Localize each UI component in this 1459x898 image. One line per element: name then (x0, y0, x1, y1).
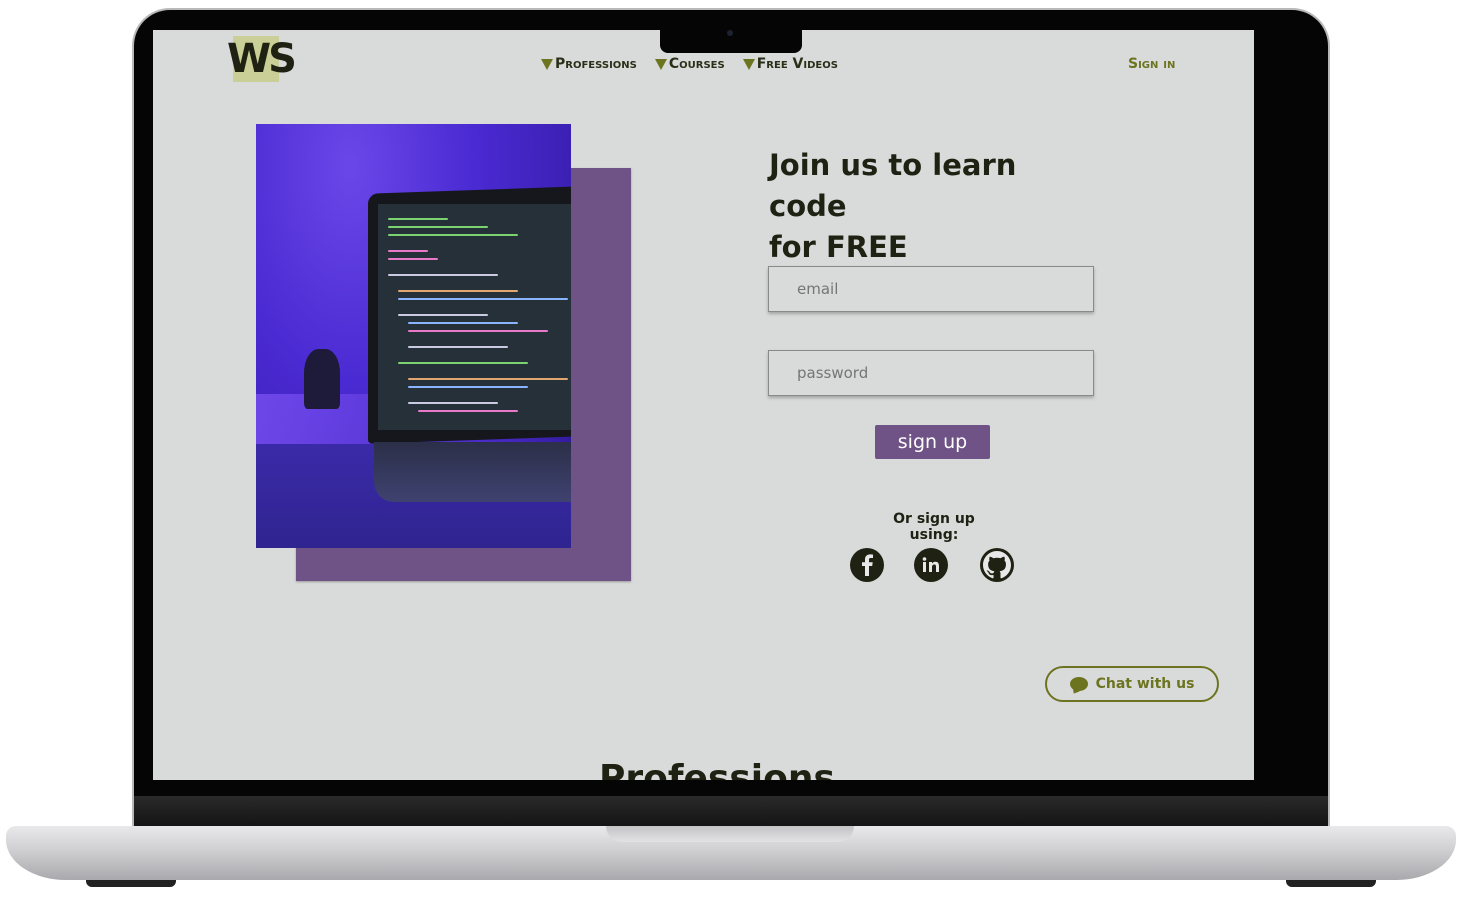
chat-bubble-icon (1069, 677, 1088, 691)
facebook-icon[interactable] (850, 548, 884, 582)
title-line-2: for FREE (769, 230, 908, 264)
chat-button[interactable]: Chat with us (1045, 666, 1219, 702)
section-title-professions: Professions (599, 758, 835, 780)
nav-professions[interactable]: Professions (541, 56, 637, 72)
triangle-down-icon (654, 58, 667, 70)
nav-free-videos[interactable]: Free Videos (742, 56, 838, 72)
email-field (768, 266, 1094, 312)
github-icon[interactable] (980, 548, 1014, 582)
page-title: Join us to learn code for FREE (769, 145, 1099, 268)
code-screen (378, 204, 571, 430)
sign-in-link[interactable]: Sign in (1128, 56, 1175, 72)
laptop-hinge (134, 796, 1328, 826)
logo[interactable]: WS (227, 36, 297, 82)
password-input[interactable] (769, 351, 1093, 395)
laptop-opening-notch (606, 826, 854, 842)
chat-label: Chat with us (1095, 676, 1195, 692)
social-signup-label: Or sign up using: (893, 511, 975, 543)
nav-label: Free Videos (756, 56, 838, 72)
triangle-down-icon (742, 58, 755, 70)
email-input[interactable] (769, 267, 1093, 311)
plant-silhouette (304, 349, 340, 409)
title-line-1: Join us to learn code (769, 148, 1017, 223)
main-nav: Professions Courses Free Videos (541, 56, 838, 72)
password-field (768, 350, 1094, 396)
browser-screen: WS Professions Courses Free Videos Sign … (153, 30, 1254, 780)
laptop-foot (86, 880, 176, 887)
nav-label: Professions (555, 56, 637, 72)
sign-up-button[interactable]: sign up (875, 425, 990, 459)
nav-label: Courses (668, 56, 725, 72)
hero-laptop-photo (256, 124, 571, 548)
nav-courses[interactable]: Courses (654, 56, 725, 72)
triangle-down-icon (541, 58, 553, 70)
linkedin-icon[interactable] (914, 548, 948, 582)
camera-icon (727, 30, 733, 36)
laptop-foot (1286, 880, 1376, 887)
